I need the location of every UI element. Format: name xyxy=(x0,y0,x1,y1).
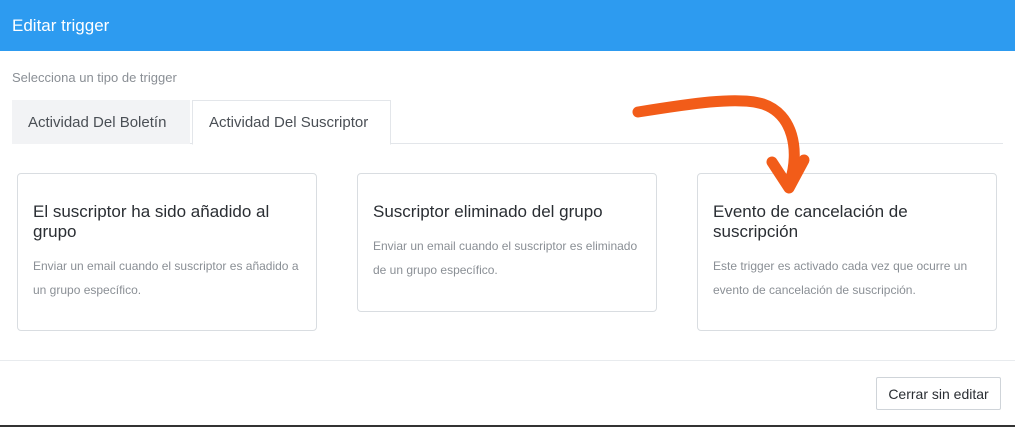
trigger-type-prompt: Selecciona un tipo de trigger xyxy=(12,70,177,85)
tab-label: Actividad Del Boletín xyxy=(28,113,167,131)
close-without-editing-button[interactable]: Cerrar sin editar xyxy=(876,377,1001,410)
modal-header: Editar trigger xyxy=(0,0,1015,51)
annotation-arrow-icon xyxy=(632,95,810,194)
card-description: Enviar un email cuando el suscriptor es … xyxy=(33,259,299,297)
tab-label: Actividad Del Suscriptor xyxy=(209,114,369,131)
trigger-card-subscriber-added[interactable]: El suscriptor ha sido añadido al grupo E… xyxy=(17,173,317,331)
card-title: El suscriptor ha sido añadido al grupo xyxy=(33,202,270,241)
card-description: Este trigger es activado cada vez que oc… xyxy=(713,259,968,297)
card-title: Suscriptor eliminado del grupo xyxy=(373,202,603,221)
card-title: Evento de cancelación de suscripción xyxy=(713,202,908,241)
footer-divider xyxy=(0,360,1015,361)
trigger-type-tabs: Actividad Del Boletín Actividad Del Susc… xyxy=(12,100,1003,145)
modal-title: Editar trigger xyxy=(12,15,110,35)
edit-trigger-modal: Editar trigger Selecciona un tipo de tri… xyxy=(0,0,1015,427)
tab-newsletter-activity[interactable]: Actividad Del Boletín xyxy=(12,100,190,144)
tab-subscriber-activity[interactable]: Actividad Del Suscriptor xyxy=(192,100,391,145)
card-description: Enviar un email cuando el suscriptor es … xyxy=(373,239,638,277)
trigger-card-subscriber-removed[interactable]: Suscriptor eliminado del grupo Enviar un… xyxy=(357,173,657,312)
